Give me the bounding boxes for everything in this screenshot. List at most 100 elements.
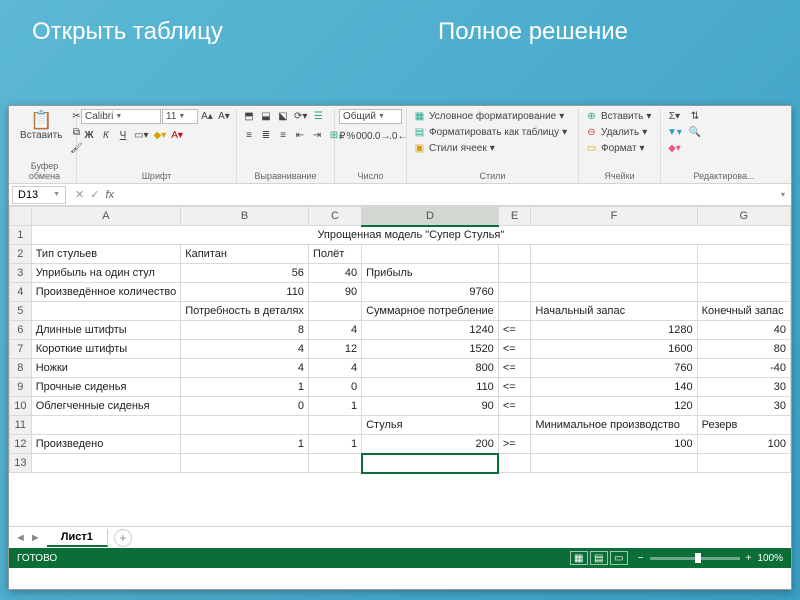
cell[interactable]: <= [498,321,531,340]
view-layout-icon[interactable]: ▤ [590,551,608,565]
cell[interactable]: 1 [181,435,309,454]
cell[interactable]: 4 [181,359,309,378]
cell-styles-button[interactable]: ▣Стили ячеек▾ [411,141,569,156]
paste-button[interactable]: 📋 Вставить [17,109,65,143]
thousands-icon[interactable]: 000 [356,129,372,144]
cell[interactable]: 12 [308,340,361,359]
view-normal-icon[interactable]: ▦ [570,551,588,565]
font-name-select[interactable]: Calibri▼ [81,109,161,124]
col-header-G[interactable]: G [697,207,790,226]
cell[interactable]: Полёт [308,245,361,264]
align-right-icon[interactable]: ≡ [275,128,291,143]
cell[interactable]: Стулья [362,416,499,435]
row-header[interactable]: 13 [10,454,32,473]
cell[interactable] [308,416,361,435]
sort-filter-icon[interactable]: ⇅ [687,109,703,124]
cell[interactable]: Прочные сиденья [31,378,181,397]
cell[interactable]: -40 [697,359,790,378]
zoom-level[interactable]: 100% [757,553,783,564]
cell[interactable]: Произведённое количество [31,283,181,302]
format-as-table-button[interactable]: ▤Форматировать как таблицу▾ [411,125,569,140]
cell[interactable]: Тип стульев [31,245,181,264]
row-header[interactable]: 7 [10,340,32,359]
conditional-formatting-button[interactable]: ▦Условное форматирование▾ [411,109,569,124]
indent-dec-icon[interactable]: ⇤ [292,128,308,143]
cell[interactable]: 120 [531,397,697,416]
clear-icon[interactable]: ◆▾ [665,141,684,156]
font-size-select[interactable]: 11▼ [162,109,198,124]
autosum-icon[interactable]: Σ▾ [665,109,684,124]
col-header-E[interactable]: E [498,207,531,226]
cell[interactable]: 40 [308,264,361,283]
wrap-text-icon[interactable]: ☰ [310,109,326,124]
col-header-C[interactable]: C [308,207,361,226]
find-icon[interactable]: 🔍 [687,125,703,140]
cell[interactable] [697,264,790,283]
bold-button[interactable]: Ж [81,128,97,143]
cell[interactable]: <= [498,340,531,359]
zoom-in-button[interactable]: + [746,553,752,564]
cell[interactable]: 90 [362,397,499,416]
cell[interactable]: 110 [362,378,499,397]
cell[interactable]: Потребность в деталях [181,302,309,321]
cell[interactable] [308,302,361,321]
formula-input[interactable] [120,193,775,197]
cell[interactable]: 200 [362,435,499,454]
sheet-tab-active[interactable]: Лист1 [47,529,108,547]
zoom-slider[interactable] [650,557,740,560]
font-color-icon[interactable]: A▾ [169,128,185,143]
cell[interactable] [308,454,361,473]
percent-icon[interactable]: % [346,129,355,144]
format-cells-button[interactable]: ▭Формат▾ [583,141,653,156]
col-header-B[interactable]: B [181,207,309,226]
cell[interactable]: 80 [697,340,790,359]
cell[interactable]: 0 [308,378,361,397]
cell[interactable]: <= [498,397,531,416]
view-pagebreak-icon[interactable]: ▭ [610,551,628,565]
cell[interactable]: Ножки [31,359,181,378]
fill-color-icon[interactable]: ◆▾ [151,128,168,143]
insert-cells-button[interactable]: ⊕Вставить▾ [583,109,653,124]
cell[interactable] [498,245,531,264]
cell[interactable] [362,454,499,473]
cell[interactable] [531,245,697,264]
cell[interactable] [31,302,181,321]
cell[interactable]: 1240 [362,321,499,340]
currency-icon[interactable]: ₽ [339,129,345,144]
expand-formula-icon[interactable]: ▾ [775,190,791,199]
cell[interactable]: Суммарное потребление [362,302,499,321]
prev-sheet-icon[interactable]: ◄ [15,532,26,544]
cell[interactable]: Уприбыль на один стул [31,264,181,283]
cell[interactable]: Начальный запас [531,302,697,321]
cell[interactable]: 110 [181,283,309,302]
align-bottom-icon[interactable]: ⬕ [275,109,291,124]
cell[interactable]: 1520 [362,340,499,359]
row-header[interactable]: 3 [10,264,32,283]
cell[interactable]: 40 [697,321,790,340]
cell[interactable] [498,302,531,321]
col-header-D[interactable]: D [362,207,499,226]
fx-icon[interactable]: fx [105,189,114,201]
spreadsheet-grid[interactable]: A B C D E F G 1Упрощенная модель "Супер … [9,206,791,473]
italic-button[interactable]: К [98,128,114,143]
accept-formula-icon[interactable]: ✓ [90,188,99,201]
cell[interactable] [531,283,697,302]
indent-inc-icon[interactable]: ⇥ [309,128,325,143]
name-box[interactable]: D13▼ [12,186,66,204]
fill-icon[interactable]: ▼▾ [665,125,684,140]
cell[interactable] [498,416,531,435]
cell[interactable]: 140 [531,378,697,397]
cell[interactable]: 90 [308,283,361,302]
add-sheet-button[interactable]: + [114,529,132,547]
cell[interactable]: Длинные штифты [31,321,181,340]
align-top-icon[interactable]: ⬒ [241,109,257,124]
orientation-icon[interactable]: ⟳▾ [292,109,309,124]
cell[interactable] [31,454,181,473]
number-format-select[interactable]: Общий▼ [339,109,402,124]
row-header[interactable]: 11 [10,416,32,435]
cell[interactable] [181,416,309,435]
increase-decimal-icon[interactable]: .0→ [373,129,389,144]
cell[interactable] [31,416,181,435]
decrease-decimal-icon[interactable]: .0← [390,129,406,144]
cell[interactable] [531,264,697,283]
